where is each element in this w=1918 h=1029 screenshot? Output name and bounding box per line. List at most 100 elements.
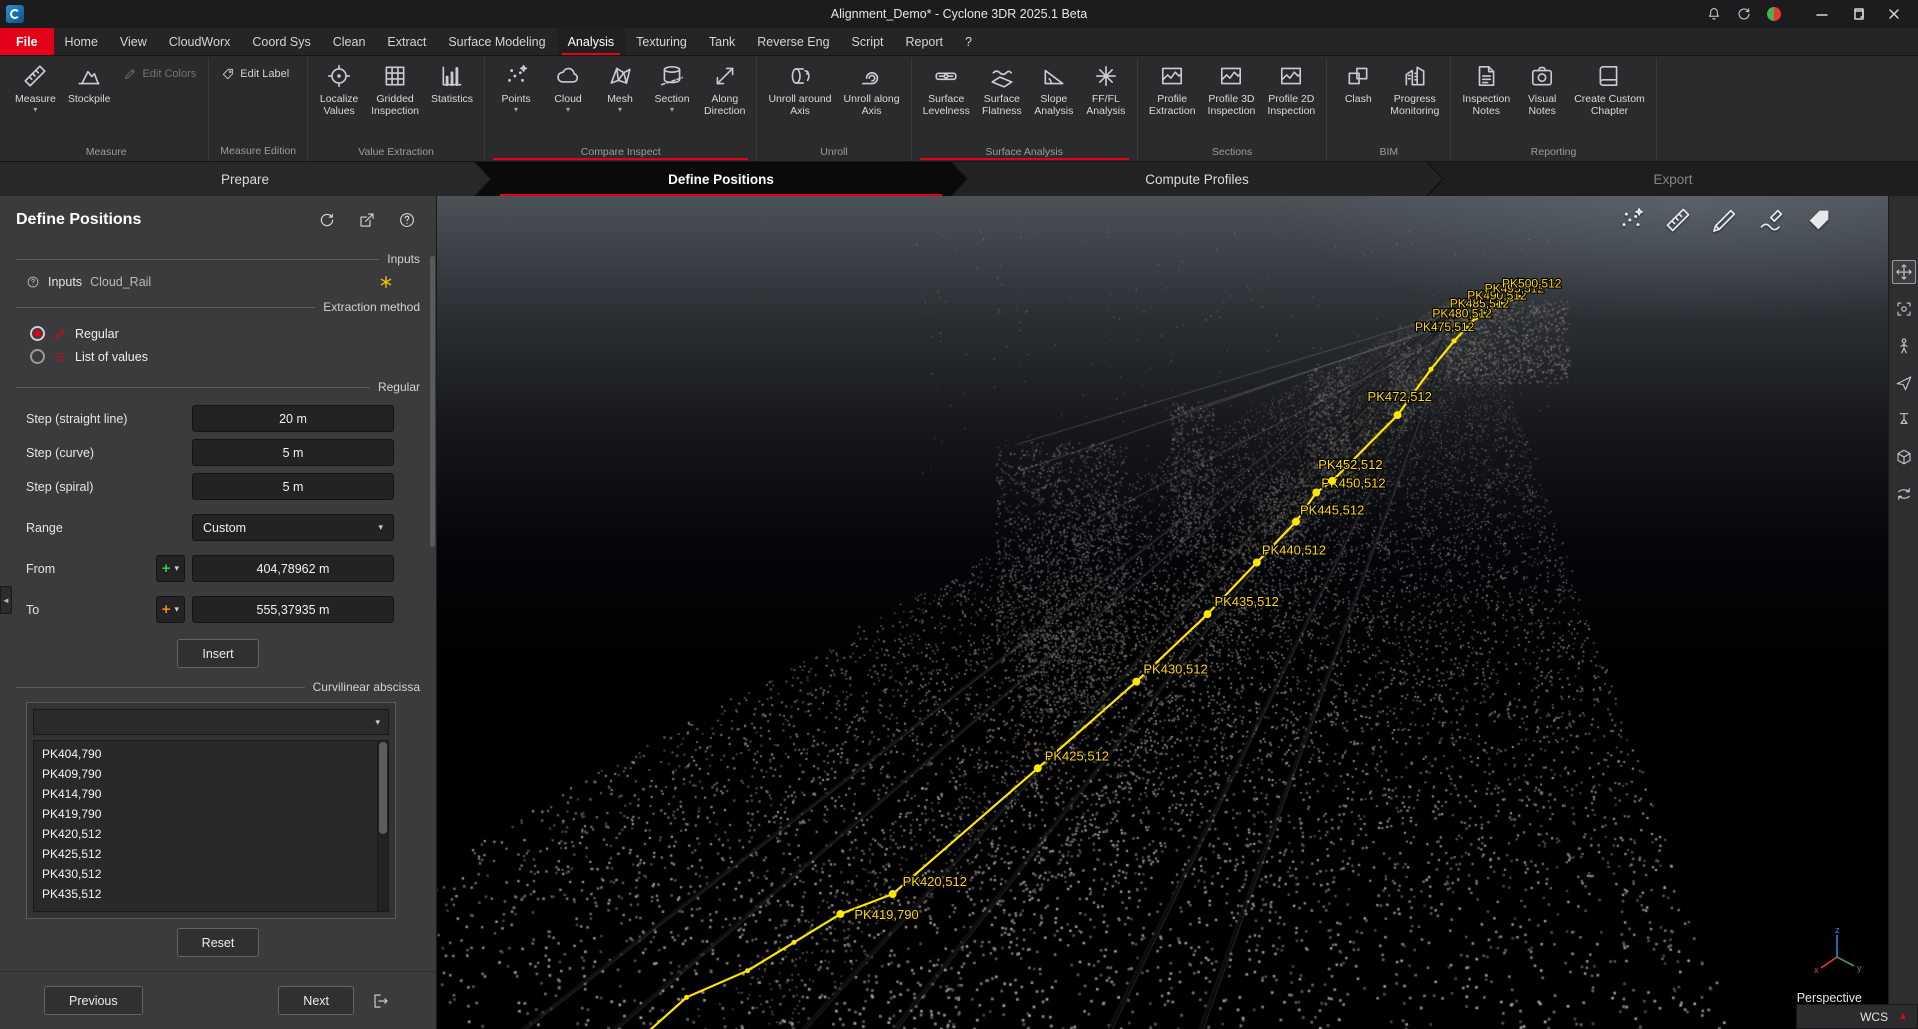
to-color-button[interactable]: + ▾: [156, 596, 185, 623]
minimize-button[interactable]: [1804, 0, 1840, 28]
menu-file[interactable]: File: [0, 28, 54, 55]
ribbon-create-custom-chapter[interactable]: Create Custom Chapter: [1569, 58, 1650, 144]
ribbon-visual-notes[interactable]: Visual Notes: [1517, 58, 1567, 144]
abscissa-dropdown[interactable]: ▾: [33, 709, 389, 735]
ribbon-section[interactable]: Section▾: [647, 58, 697, 144]
to-field[interactable]: 555,37935 m: [192, 596, 394, 623]
menu-report[interactable]: Report: [895, 28, 955, 55]
ribbon-profile-2d-inspection[interactable]: Profile 2D Inspection: [1262, 58, 1320, 144]
panel-collapse-handle[interactable]: ◄: [0, 586, 12, 614]
ribbon-slope-analysis[interactable]: Slope Analysis: [1029, 58, 1079, 144]
list-item[interactable]: PK420,512: [34, 824, 377, 844]
scrollbar-thumb[interactable]: [379, 742, 387, 834]
ribbon-statistics[interactable]: Statistics: [426, 58, 478, 144]
ribbon-stockpile[interactable]: Stockpile: [63, 58, 116, 144]
wizard-step-define-positions[interactable]: Define Positions: [476, 162, 966, 196]
wizard-step-prepare[interactable]: Prepare: [0, 162, 490, 196]
fly-mode-tool[interactable]: [1892, 371, 1916, 395]
menu-tank[interactable]: Tank: [698, 28, 746, 55]
ribbon-edit-label[interactable]: Edit Label: [214, 64, 296, 84]
field-step-straight-line[interactable]: 20 m: [192, 405, 394, 432]
rotate-view-tool[interactable]: [1892, 482, 1916, 506]
zoom-fit-tool[interactable]: [1892, 297, 1916, 321]
ribbon-edit-colors[interactable]: Edit Colors: [116, 64, 203, 84]
help-button[interactable]: [394, 207, 420, 233]
reset-button[interactable]: Reset: [177, 928, 260, 957]
ribbon-profile-3d-inspection[interactable]: Profile 3D Inspection: [1203, 58, 1261, 144]
ribbon-unroll-around-axis[interactable]: Unroll around Axis: [763, 58, 836, 144]
ribbon-clash[interactable]: Clash: [1333, 58, 1383, 144]
axis-gizmo-icon[interactable]: z x y: [1808, 925, 1866, 983]
ribbon-unroll-along-axis[interactable]: Unroll along Axis: [839, 58, 905, 144]
insert-button[interactable]: Insert: [177, 639, 258, 668]
freehand-measure-tool[interactable]: [1757, 205, 1787, 235]
list-item[interactable]: PK419,790: [34, 804, 377, 824]
sync-icon[interactable]: [1736, 6, 1752, 22]
next-button[interactable]: Next: [278, 986, 354, 1015]
drop-elevation-tool[interactable]: [1892, 408, 1916, 432]
list-item[interactable]: PK430,512: [34, 864, 377, 884]
reset-wizard-button[interactable]: [314, 207, 340, 233]
list-item[interactable]: PK414,790: [34, 784, 377, 804]
inspect-points-tool[interactable]: [1616, 205, 1646, 235]
view-cube-tool[interactable]: [1892, 445, 1916, 469]
previous-button[interactable]: Previous: [44, 986, 143, 1015]
leave-wizard-button[interactable]: [366, 986, 396, 1016]
wizard-step-compute-profiles[interactable]: Compute Profiles: [952, 162, 1442, 196]
menu-script[interactable]: Script: [841, 28, 895, 55]
measure-annotation-tool[interactable]: [1710, 205, 1740, 235]
open-external-button[interactable]: [354, 207, 380, 233]
menu-surface-modeling[interactable]: Surface Modeling: [437, 28, 556, 55]
extraction-option-list-of-values[interactable]: List of values: [30, 349, 394, 364]
list-item[interactable]: PK435,512: [34, 884, 377, 904]
menu-extract[interactable]: Extract: [376, 28, 437, 55]
from-color-button[interactable]: + ▾: [156, 555, 185, 582]
menu-analysis[interactable]: Analysis: [557, 28, 626, 55]
menu-view[interactable]: View: [109, 28, 158, 55]
projection-mode-label[interactable]: Perspective: [1797, 991, 1862, 1005]
list-item[interactable]: PK404,790: [34, 744, 377, 764]
menu-help[interactable]: ?: [954, 28, 983, 55]
ribbon-profile-extraction[interactable]: Profile Extraction: [1144, 58, 1201, 144]
ribbon-inspection-notes[interactable]: Inspection Notes: [1457, 58, 1515, 144]
label-tool[interactable]: [1804, 205, 1834, 235]
list-item[interactable]: PK409,790: [34, 764, 377, 784]
ribbon-points[interactable]: Points▾: [491, 58, 541, 144]
selection-star-icon[interactable]: [378, 274, 394, 290]
ribbon-ff-fl-analysis[interactable]: FF/FL Analysis: [1081, 58, 1131, 144]
menu-texturing[interactable]: Texturing: [625, 28, 698, 55]
from-field[interactable]: 404,78962 m: [192, 555, 394, 582]
radio-selected-icon[interactable]: [30, 326, 45, 341]
ribbon-mesh[interactable]: Mesh▾: [595, 58, 645, 144]
panel-scrollbar[interactable]: [430, 256, 435, 949]
list-item[interactable]: PK425,512: [34, 844, 377, 864]
notifications-bell-icon[interactable]: [1706, 6, 1722, 22]
ribbon-surface-flatness[interactable]: Surface Flatness: [977, 58, 1027, 144]
menu-home[interactable]: Home: [54, 28, 109, 55]
radio-unselected-icon[interactable]: [30, 349, 45, 364]
wcs-selector[interactable]: WCS ▲: [1796, 1004, 1918, 1029]
extraction-option-regular[interactable]: Regular: [30, 326, 394, 341]
ribbon-along-direction[interactable]: Along Direction: [699, 58, 750, 144]
ribbon-measure[interactable]: Measure▾: [10, 58, 61, 144]
close-button[interactable]: [1876, 0, 1912, 28]
field-step-curve[interactable]: 5 m: [192, 439, 394, 466]
inputs-row[interactable]: Inputs Cloud_Rail: [26, 274, 394, 290]
abscissa-scrollbar[interactable]: [377, 741, 388, 911]
ribbon-gridded-inspection[interactable]: Gridded Inspection: [366, 58, 424, 144]
first-person-tool[interactable]: [1892, 334, 1916, 358]
range-dropdown[interactable]: Custom ▾: [192, 514, 394, 541]
menu-clean[interactable]: Clean: [322, 28, 377, 55]
menu-cloudworx[interactable]: CloudWorx: [158, 28, 242, 55]
menu-coord-sys[interactable]: Coord Sys: [241, 28, 321, 55]
measure-distance-tool[interactable]: [1663, 205, 1693, 235]
ribbon-progress-monitoring[interactable]: Progress Monitoring: [1385, 58, 1444, 144]
ribbon-surface-levelness[interactable]: Surface Levelness: [918, 58, 975, 144]
scrollbar-thumb[interactable]: [430, 256, 435, 547]
ribbon-localize-values[interactable]: Localize Values: [314, 58, 364, 144]
field-step-spiral[interactable]: 5 m: [192, 473, 394, 500]
menu-reverse-eng[interactable]: Reverse Eng: [746, 28, 840, 55]
wizard-step-export[interactable]: Export: [1428, 162, 1918, 196]
pick-navigate-tool[interactable]: [1892, 260, 1916, 284]
ribbon-cloud[interactable]: Cloud▾: [543, 58, 593, 144]
